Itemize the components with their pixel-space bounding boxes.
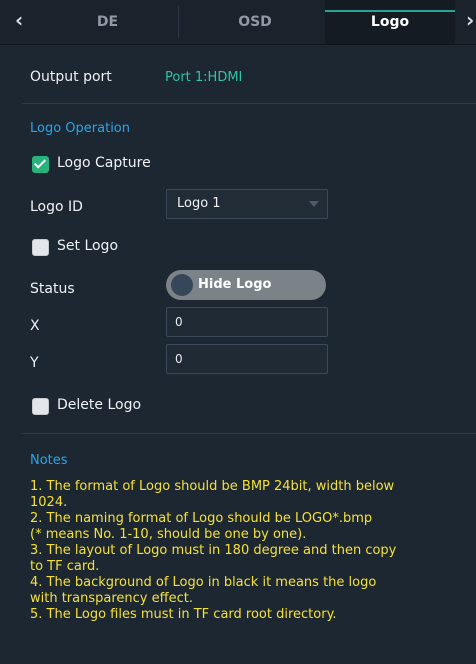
note-line: 5. The Logo files must in TF card root d… <box>30 607 337 622</box>
chevron-left-icon[interactable]: ‹ <box>15 8 23 32</box>
tab-bar: ‹ DE OSD Logo › <box>0 0 476 45</box>
tab-osd[interactable]: OSD <box>205 0 305 44</box>
tab-divider <box>178 6 179 38</box>
delete-logo-label: Delete Logo <box>57 397 142 413</box>
status-toggle[interactable]: Hide Logo <box>166 270 326 300</box>
logo-id-value: Logo 1 <box>177 196 221 211</box>
note-line: to TF card. <box>30 559 100 574</box>
tab-logo[interactable]: Logo <box>325 0 455 44</box>
note-line: 1024. <box>30 495 68 510</box>
chevron-right-icon[interactable]: › <box>466 8 474 32</box>
logo-capture-checkbox[interactable] <box>32 156 49 173</box>
y-label: Y <box>30 355 39 371</box>
logo-id-label: Logo ID <box>30 199 83 215</box>
chevron-down-icon <box>309 201 319 207</box>
status-toggle-text: Hide Logo <box>198 277 272 292</box>
y-field[interactable] <box>166 344 328 374</box>
output-port-value: Port 1:HDMI <box>165 70 243 85</box>
note-line: 1. The format of Logo should be BMP 24bi… <box>30 479 395 494</box>
x-input[interactable] <box>167 308 327 336</box>
note-line: (* means No. 1-10, should be one by one)… <box>30 527 307 542</box>
divider <box>22 433 476 434</box>
logo-operation-title: Logo Operation <box>30 121 131 136</box>
status-label: Status <box>30 281 75 297</box>
x-field[interactable] <box>166 307 328 337</box>
note-line: 2. The naming format of Logo should be L… <box>30 511 373 526</box>
note-line: 4. The background of Logo in black it me… <box>30 575 377 590</box>
divider <box>22 103 476 104</box>
output-port-label: Output port <box>30 69 112 85</box>
note-line: 3. The layout of Logo must in 180 degree… <box>30 543 397 558</box>
tab-de[interactable]: DE <box>60 0 155 44</box>
set-logo-checkbox[interactable] <box>32 239 49 256</box>
logo-id-select[interactable]: Logo 1 <box>166 189 328 219</box>
note-line: with transparency effect. <box>30 591 193 606</box>
delete-logo-checkbox[interactable] <box>32 398 49 415</box>
toggle-knob <box>171 274 193 296</box>
logo-settings-panel: Output port Port 1:HDMI Logo Operation L… <box>0 45 476 664</box>
logo-capture-label: Logo Capture <box>57 155 151 171</box>
set-logo-label: Set Logo <box>57 238 119 254</box>
x-label: X <box>30 318 40 334</box>
y-input[interactable] <box>167 345 327 373</box>
notes-title: Notes <box>30 453 68 468</box>
